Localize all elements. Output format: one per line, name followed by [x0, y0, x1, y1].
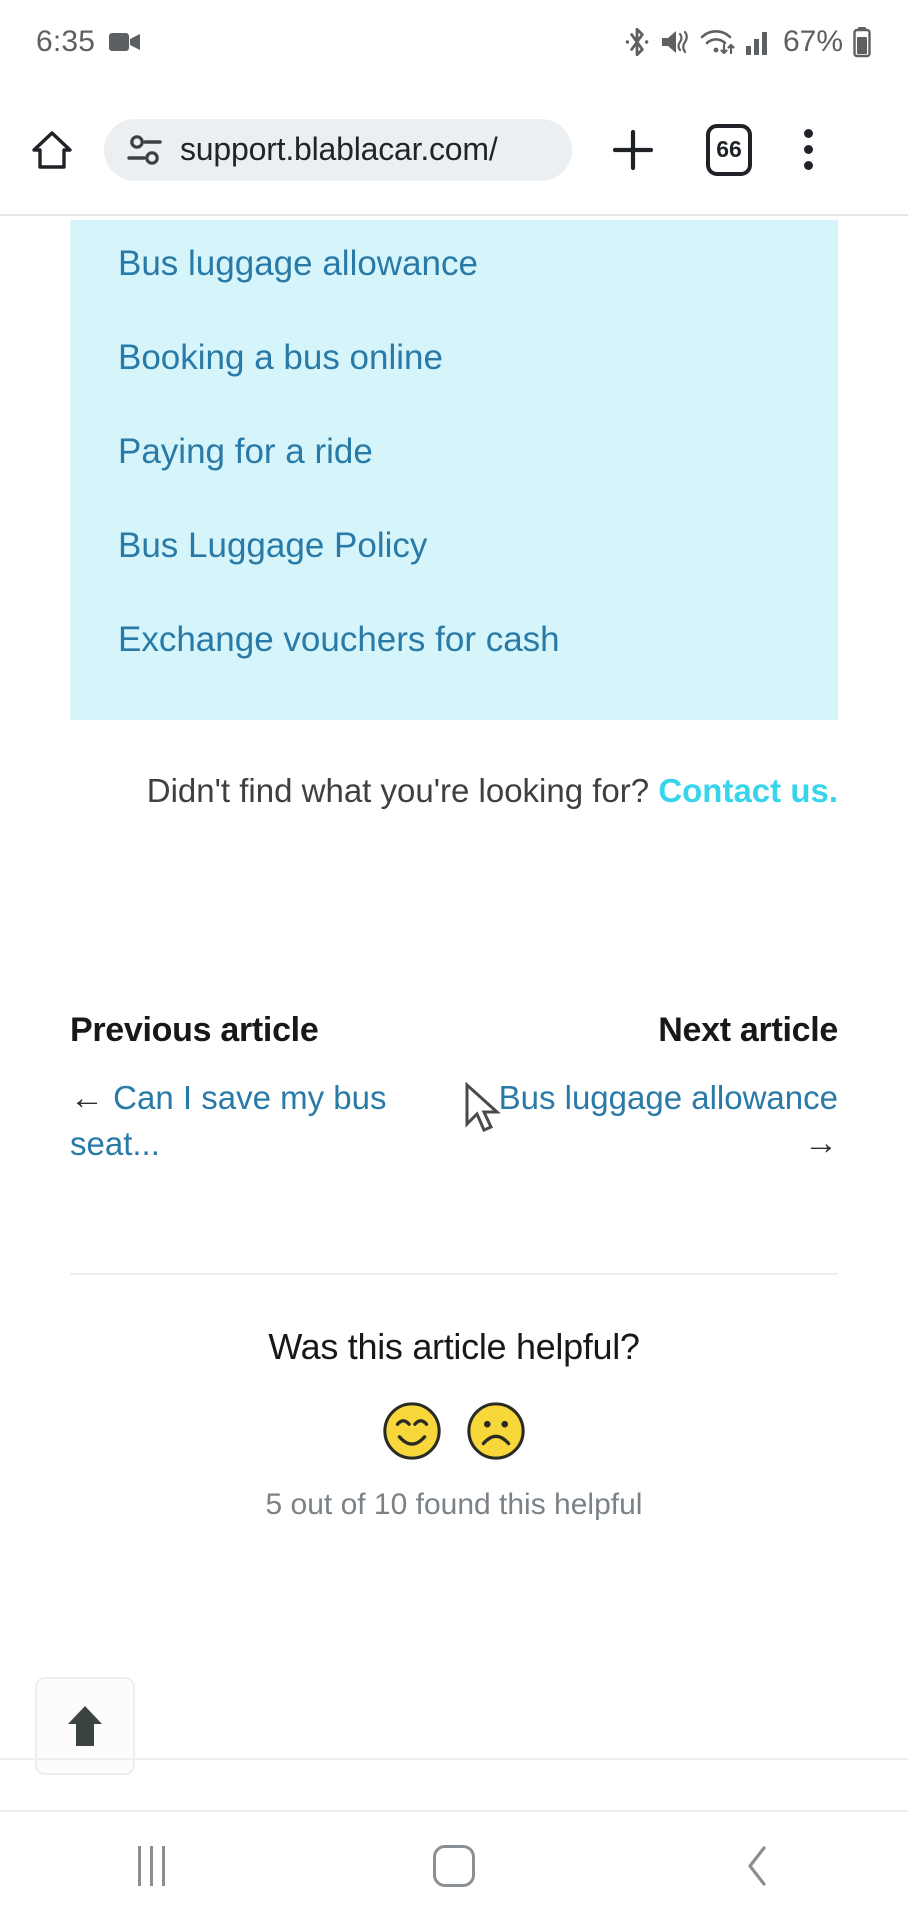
android-recents-button[interactable] — [0, 1812, 303, 1920]
screen-record-icon — [109, 30, 141, 54]
site-permissions-icon[interactable] — [126, 133, 164, 167]
arrow-left-icon: ← — [70, 1079, 104, 1117]
previous-article-column: Previous article ← Can I save my bus sea… — [70, 1011, 430, 1166]
related-link[interactable]: Bus luggage allowance — [70, 246, 838, 281]
feedback-yes-button[interactable] — [381, 1400, 443, 1462]
bluetooth-icon — [624, 26, 650, 58]
back-icon — [748, 1846, 766, 1886]
page-bottom-divider — [0, 1758, 908, 1760]
wifi-icon — [700, 27, 736, 57]
home-button[interactable] — [22, 120, 82, 180]
section-divider — [70, 1273, 838, 1275]
status-bar-clock: 6:35 — [36, 25, 96, 58]
home-icon — [32, 130, 72, 169]
status-bar: 6:35 67% — [0, 0, 908, 84]
previous-article-link[interactable]: ← Can I save my bus seat... — [70, 1076, 430, 1166]
new-tab-button[interactable] — [602, 119, 664, 181]
frowning-face-icon — [467, 1402, 525, 1460]
related-link[interactable]: Booking a bus online — [70, 340, 838, 375]
related-link[interactable]: Paying for a ride — [70, 434, 838, 469]
article-navigation: Previous article ← Can I save my bus sea… — [70, 1011, 838, 1166]
next-article-title: Bus luggage allowance — [498, 1079, 838, 1116]
overflow-menu-icon-dot2 — [803, 145, 813, 154]
smiling-face-icon — [383, 1402, 441, 1460]
overflow-menu-icon-dot3 — [803, 161, 813, 170]
feedback-buttons — [0, 1400, 908, 1462]
previous-article-title: Can I save my bus seat... — [70, 1079, 387, 1162]
plus-icon — [612, 129, 654, 170]
vibrate-mute-icon — [659, 26, 691, 58]
android-home-button[interactable] — [303, 1812, 606, 1920]
contact-prompt-text: Didn't find what you're looking for? — [146, 772, 650, 809]
tab-counter-box: 66 — [706, 123, 752, 176]
related-articles-box: Bus luggage allowance Booking a bus onli… — [70, 220, 838, 720]
overflow-menu-icon — [803, 129, 813, 138]
scroll-to-top-button[interactable] — [35, 1677, 135, 1775]
browser-toolbar: support.blablacar.com/ 66 — [0, 84, 908, 215]
android-back-button[interactable] — [605, 1812, 908, 1920]
feedback-no-button[interactable] — [465, 1400, 527, 1462]
status-bar-right: 67% — [624, 25, 872, 59]
url-bar[interactable]: support.blablacar.com/ — [104, 118, 572, 181]
home-icon — [433, 1845, 475, 1887]
battery-percent-label: 67% — [782, 25, 843, 58]
status-bar-left: 6:35 — [36, 25, 141, 59]
arrow-right-icon: → — [804, 1123, 838, 1162]
tab-count-label: 66 — [716, 136, 742, 162]
android-navigation-bar — [0, 1810, 908, 1920]
related-link[interactable]: Bus Luggage Policy — [70, 528, 838, 563]
next-article-column: Next article Bus luggage allowance → — [478, 1011, 839, 1166]
web-page-content: Bus luggage allowance Booking a bus onli… — [0, 216, 908, 1706]
feedback-count: 5 out of 10 found this helpful — [265, 1488, 643, 1521]
previous-article-heading: Previous article — [70, 1011, 319, 1049]
cellular-signal-icon — [745, 28, 771, 56]
next-article-link[interactable]: Bus luggage allowance → — [478, 1076, 838, 1166]
next-article-heading: Next article — [658, 1011, 838, 1049]
overflow-menu-button[interactable] — [780, 119, 836, 181]
related-link[interactable]: Exchange vouchers for cash — [70, 622, 838, 657]
contact-prompt: Didn't find what you're looking for? Con… — [70, 766, 838, 816]
tab-switcher-button[interactable]: 66 — [698, 119, 760, 181]
mouse-cursor — [462, 1081, 506, 1136]
feedback-question: Was this article helpful? — [268, 1326, 640, 1367]
battery-icon — [852, 26, 872, 58]
arrow-up-icon — [68, 1706, 102, 1746]
recents-icon — [137, 1846, 165, 1886]
feedback-section: Was this article helpful? 5 out of 10 fo… — [0, 1326, 908, 1522]
contact-us-link[interactable]: Contact us. — [658, 772, 838, 809]
url-text: support.blablacar.com/ — [180, 131, 498, 167]
